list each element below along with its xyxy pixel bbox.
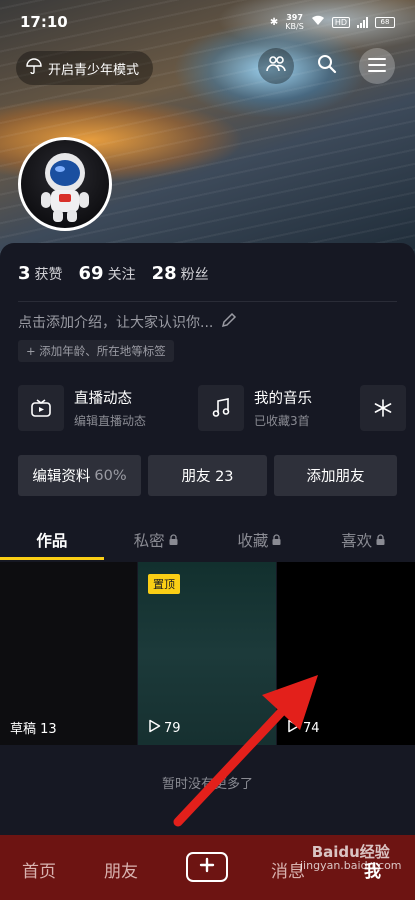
live-updates-entry[interactable]: 直播动态 编辑直播动态 [18,385,146,431]
play-icon [148,719,161,737]
stat-following-label: 关注 [107,267,136,283]
nav-friends[interactable]: 朋友 [104,857,138,882]
play-count: 74 [287,719,320,737]
sparkle-icon [360,385,406,431]
my-music-title: 我的音乐 [254,391,312,407]
divider [18,301,397,302]
tab-works-label: 作品 [36,532,68,550]
stat-followers-count: 28 [151,263,177,284]
bluetooth-icon: ✱ [269,16,279,28]
teen-mode-label: 开启青少年模式 [48,62,140,78]
tab-favorites[interactable]: 收藏 [208,520,312,560]
signal-icon [357,16,368,28]
status-icons: ✱ 397 KB/S HD 68 [270,13,395,31]
live-updates-title: 直播动态 [74,391,132,407]
tab-private[interactable]: 私密 [104,520,208,560]
avatar[interactable] [18,137,112,231]
play-count: 79 [148,719,181,737]
bio-field[interactable]: 点击添加介绍，让大家认识你... [18,312,237,332]
video-tile[interactable]: 置顶 79 [138,562,276,745]
battery-icon: 68 [375,16,395,28]
network-speed-value: 397 [286,13,303,22]
create-button[interactable] [186,852,228,882]
watermark-url: jingyan.baidu.com [300,859,402,872]
profile-stats: 3 获赞 69 关注 28 粉丝 [18,263,209,284]
friends-button[interactable] [258,48,294,84]
drafts-label: 草稿 13 [10,722,57,737]
lock-icon [169,531,178,549]
tab-works[interactable]: 作品 [0,520,104,560]
people-icon [266,55,286,77]
teen-mode-button[interactable]: 开启青少年模式 [16,51,154,85]
pinned-badge: 置顶 [148,574,180,594]
stat-followers-label: 粉丝 [180,267,209,283]
profile-completion: 60% [94,467,127,484]
my-music-entry[interactable]: 我的音乐 已收藏3首 [198,385,312,431]
bio-placeholder: 点击添加介绍，让大家认识你... [18,315,214,331]
tv-icon [18,385,64,431]
menu-button[interactable] [359,48,395,84]
tab-private-label: 私密 [133,532,165,550]
content-tabs: 作品 私密 收藏 喜欢 [0,520,415,560]
tab-liked[interactable]: 喜欢 [311,520,415,560]
plus-icon [199,857,215,877]
stat-followers[interactable]: 28 粉丝 [152,263,209,284]
stat-following-count: 69 [78,263,104,284]
network-speed-unit: KB/S [285,22,304,31]
add-friend-button[interactable]: 添加朋友 [274,455,397,496]
pencil-icon [221,312,237,332]
stat-following[interactable]: 69 关注 [79,263,136,284]
stat-likes-label: 获赞 [34,267,63,283]
profile-panel: 3 获赞 69 关注 28 粉丝 点击添加介绍，让大家认识你... + 添加年龄… [0,243,415,835]
no-more-text: 暂时没有更多了 [161,777,253,792]
works-grid: 草稿 13 置顶 79 74 [0,562,415,745]
music-note-icon [198,385,244,431]
drafts-tile[interactable]: 草稿 13 [0,562,137,745]
tab-favorites-label: 收藏 [237,532,269,550]
lock-icon [376,531,385,549]
astronaut-avatar-image [41,153,89,222]
play-count-value: 79 [164,720,181,736]
friends-count-button[interactable]: 朋友 23 [148,455,267,496]
hd-badge: HD [331,16,350,28]
play-count-value: 74 [303,720,320,736]
video-tile[interactable]: 74 [277,562,415,745]
search-icon [317,54,337,78]
status-time: 17:10 [20,13,68,31]
edit-profile-button[interactable]: 编辑资料 60% [18,455,141,496]
status-bar: 17:10 ✱ 397 KB/S HD 68 [0,0,415,44]
stat-likes[interactable]: 3 获赞 [18,263,63,284]
play-icon [287,719,300,737]
wifi-icon [311,15,325,29]
search-button[interactable] [309,48,345,84]
nav-home[interactable]: 首页 [22,857,56,882]
watermark: Baidu经验 jingyan.baidu.com [300,845,402,872]
tab-liked-label: 喜欢 [341,532,373,550]
active-tab-indicator [0,557,104,560]
hamburger-icon [368,57,386,76]
umbrella-icon [26,58,42,78]
my-music-sub: 已收藏3首 [254,414,310,428]
live-updates-sub: 编辑直播动态 [74,414,147,428]
lock-icon [272,531,281,549]
more-features-entry[interactable] [360,385,406,431]
network-speed: 397 KB/S [285,13,304,31]
stat-likes-count: 3 [18,263,31,284]
edit-profile-label: 编辑资料 [32,469,91,485]
add-tags-button[interactable]: + 添加年龄、所在地等标签 [18,340,174,362]
